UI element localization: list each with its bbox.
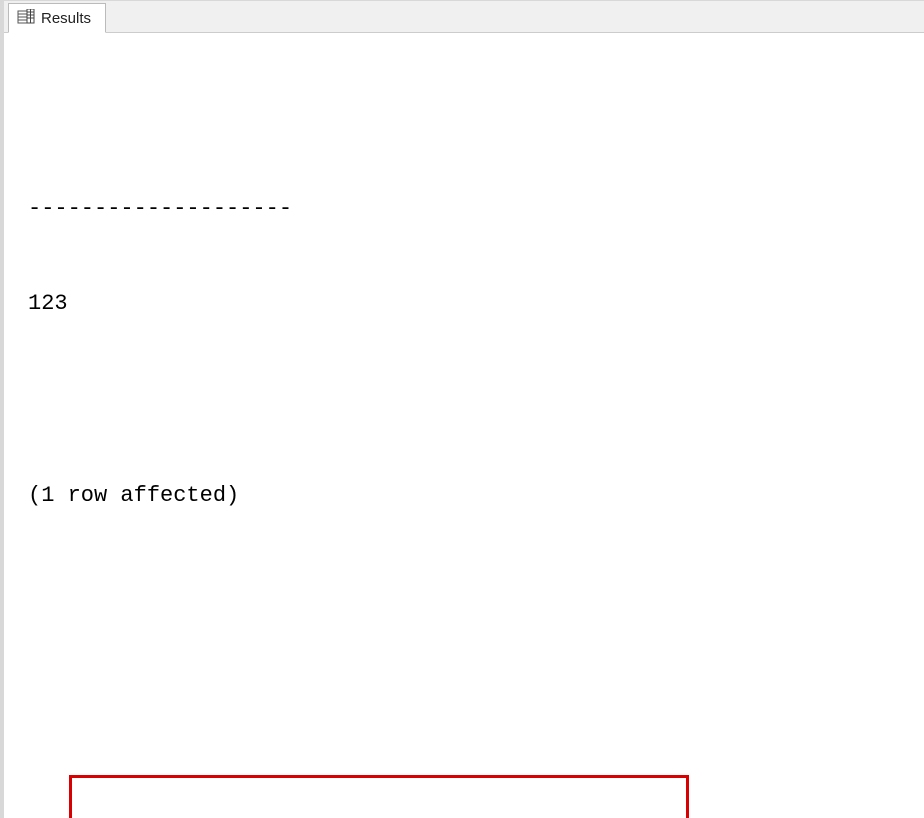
- results-output: -------------------- 123 (1 row affected…: [4, 33, 924, 818]
- tab-strip: Results: [4, 1, 924, 33]
- result-value: 123: [28, 288, 916, 320]
- blank-line: [28, 384, 916, 416]
- output-block-1: -------------------- 123 (1 row affected…: [28, 129, 916, 575]
- error-box: -------------------- Msg 8114, Level 16,…: [69, 775, 689, 818]
- results-icon: [17, 9, 35, 27]
- tab-results[interactable]: Results: [8, 3, 106, 33]
- tab-label: Results: [41, 10, 91, 27]
- rows-affected: (1 row affected): [28, 480, 916, 512]
- divider-line: --------------------: [28, 193, 916, 225]
- results-panel: Results -------------------- 123 (1 row …: [0, 0, 924, 818]
- spacer: [28, 673, 916, 703]
